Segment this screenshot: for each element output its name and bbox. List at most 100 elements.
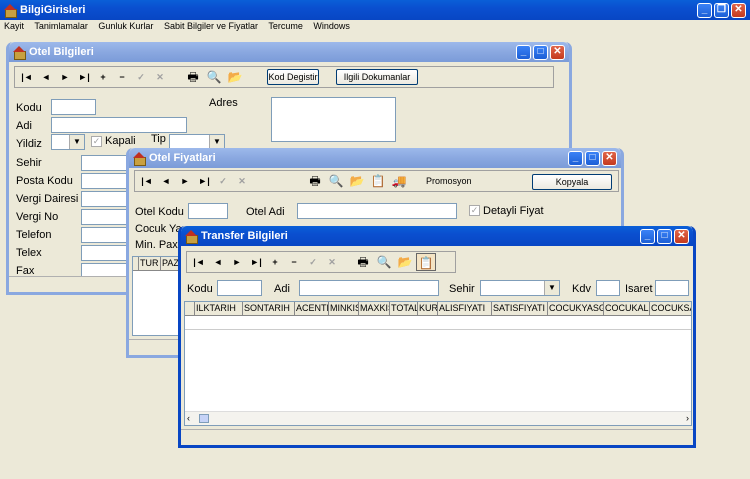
prev-record-icon[interactable]: ◄ <box>157 173 175 189</box>
last-record-icon[interactable]: ►| <box>75 69 93 85</box>
column-header[interactable]: MINKISI <box>329 302 359 316</box>
delete-record-icon[interactable]: − <box>285 254 303 270</box>
add-record-icon[interactable]: + <box>94 69 112 85</box>
print-icon[interactable]: 🖶 <box>305 172 325 190</box>
kapali-checkbox[interactable]: ✓ <box>91 136 102 147</box>
column-header[interactable]: KUR <box>418 302 438 316</box>
next-record-icon[interactable]: ► <box>56 69 74 85</box>
next-record-icon[interactable]: ► <box>176 173 194 189</box>
maximize-icon[interactable]: □ <box>585 151 600 166</box>
chevron-down-icon: ▼ <box>69 135 84 149</box>
detayli-fiyat-checkbox[interactable]: ✓ <box>469 205 480 216</box>
posta-kodu-input[interactable] <box>81 173 131 189</box>
adi-input[interactable] <box>299 280 439 296</box>
truck-icon[interactable]: 🚚 <box>389 172 409 190</box>
search-icon[interactable]: 🔍 <box>326 172 346 190</box>
last-record-icon[interactable]: ►| <box>195 173 213 189</box>
telex-input[interactable] <box>81 245 131 261</box>
telefon-input[interactable] <box>81 227 131 243</box>
transfer-grid[interactable]: ILKTARIH SONTARIH ACENTE MINKISI MAXKISI… <box>184 301 692 426</box>
next-record-icon[interactable]: ► <box>228 254 246 270</box>
kodu-input[interactable] <box>217 280 262 296</box>
sehir-input[interactable] <box>81 155 131 171</box>
scroll-left-icon[interactable]: ‹ <box>187 413 190 423</box>
menu-tanimlamalar[interactable]: Tanimlamalar <box>34 21 88 31</box>
close-icon[interactable]: ✕ <box>731 3 746 18</box>
yildiz-select[interactable]: ▼ <box>51 134 85 150</box>
ilgili-dokumanlar-button[interactable]: Ilgili Dokumanlar <box>336 69 418 85</box>
print-icon[interactable]: 🖶 <box>353 253 373 271</box>
column-header[interactable]: SATISFIYATI <box>492 302 548 316</box>
first-record-icon[interactable]: |◄ <box>18 69 36 85</box>
close-icon[interactable]: ✕ <box>674 229 689 244</box>
kopyala-button[interactable]: Kopyala <box>532 174 612 190</box>
sehir-label: Sehir <box>16 157 42 169</box>
document-icon[interactable]: 📋 <box>368 172 388 190</box>
last-record-icon[interactable]: ►| <box>247 254 265 270</box>
prev-record-icon[interactable]: ◄ <box>209 254 227 270</box>
horizontal-scrollbar[interactable]: ‹ › <box>185 411 691 425</box>
kod-degistir-button[interactable]: Kod Degistir <box>267 69 319 85</box>
folder-icon[interactable]: 📂 <box>225 68 245 86</box>
menu-tercume[interactable]: Tercume <box>268 21 303 31</box>
folder-icon[interactable]: 📂 <box>395 253 415 271</box>
post-icon[interactable]: ✓ <box>214 173 232 189</box>
column-header[interactable]: TOTAL <box>390 302 418 316</box>
promosyon-button[interactable]: Promosyon <box>426 176 472 186</box>
telex-label: Telex <box>16 247 42 259</box>
document-icon[interactable]: 📋 <box>416 253 436 271</box>
column-header[interactable]: TUR <box>139 257 161 271</box>
column-header[interactable]: SONTARIH <box>243 302 295 316</box>
kdv-input[interactable] <box>596 280 620 296</box>
vergi-no-input[interactable] <box>81 209 131 225</box>
first-record-icon[interactable]: |◄ <box>190 254 208 270</box>
scroll-right-icon[interactable]: › <box>686 413 689 423</box>
post-icon[interactable]: ✓ <box>304 254 322 270</box>
chevron-down-icon: ▼ <box>544 281 559 295</box>
sehir-select[interactable]: ▼ <box>480 280 560 296</box>
close-icon[interactable]: ✕ <box>602 151 617 166</box>
column-header[interactable]: MAXKISI <box>359 302 390 316</box>
delete-record-icon[interactable]: − <box>113 69 131 85</box>
isaret-input[interactable] <box>655 280 689 296</box>
vergi-dairesi-input[interactable] <box>81 191 131 207</box>
transfer-toolbar: |◄ ◄ ► ►| + − ✓ ✕ 🖶 🔍 📂 📋 <box>186 251 456 273</box>
first-record-icon[interactable]: |◄ <box>138 173 156 189</box>
restore-icon[interactable]: ❐ <box>714 3 729 18</box>
menu-sabit-bilgiler[interactable]: Sabit Bilgiler ve Fiyatlar <box>164 21 258 31</box>
cancel-icon[interactable]: ✕ <box>151 69 169 85</box>
otel-kodu-input[interactable] <box>188 203 228 219</box>
menu-kayit[interactable]: Kayit <box>4 21 24 31</box>
minimize-icon[interactable]: _ <box>697 3 712 18</box>
scrollbar-thumb[interactable] <box>199 414 209 423</box>
search-icon[interactable]: 🔍 <box>204 68 224 86</box>
adi-input[interactable] <box>51 117 187 133</box>
close-icon[interactable]: ✕ <box>550 45 565 60</box>
column-header[interactable]: ALISFIYATI <box>438 302 492 316</box>
folder-icon[interactable]: 📂 <box>347 172 367 190</box>
cancel-icon[interactable]: ✕ <box>233 173 251 189</box>
kodu-input[interactable] <box>51 99 96 115</box>
cancel-icon[interactable]: ✕ <box>323 254 341 270</box>
table-row[interactable] <box>185 316 691 330</box>
post-icon[interactable]: ✓ <box>132 69 150 85</box>
adres-textarea[interactable] <box>271 97 396 142</box>
search-icon[interactable]: 🔍 <box>374 253 394 271</box>
minimize-icon[interactable]: _ <box>640 229 655 244</box>
minimize-icon[interactable]: _ <box>568 151 583 166</box>
minimize-icon[interactable]: _ <box>516 45 531 60</box>
print-icon[interactable]: 🖶 <box>183 68 203 86</box>
column-header[interactable]: COCUKYASGR <box>548 302 604 316</box>
column-header[interactable]: ILKTARIH <box>195 302 243 316</box>
column-header[interactable]: COCUKALIS <box>604 302 650 316</box>
maximize-icon[interactable]: □ <box>657 229 672 244</box>
menu-gunluk-kurlar[interactable]: Gunluk Kurlar <box>98 21 153 31</box>
otel-adi-input[interactable] <box>297 203 457 219</box>
prev-record-icon[interactable]: ◄ <box>37 69 55 85</box>
add-record-icon[interactable]: + <box>266 254 284 270</box>
otel-titlebar: Otel Bilgileri _ □ ✕ <box>9 42 569 62</box>
column-header[interactable]: COCUKSAT <box>650 302 691 316</box>
maximize-icon[interactable]: □ <box>533 45 548 60</box>
menu-windows[interactable]: Windows <box>313 21 350 31</box>
column-header[interactable]: ACENTE <box>295 302 329 316</box>
